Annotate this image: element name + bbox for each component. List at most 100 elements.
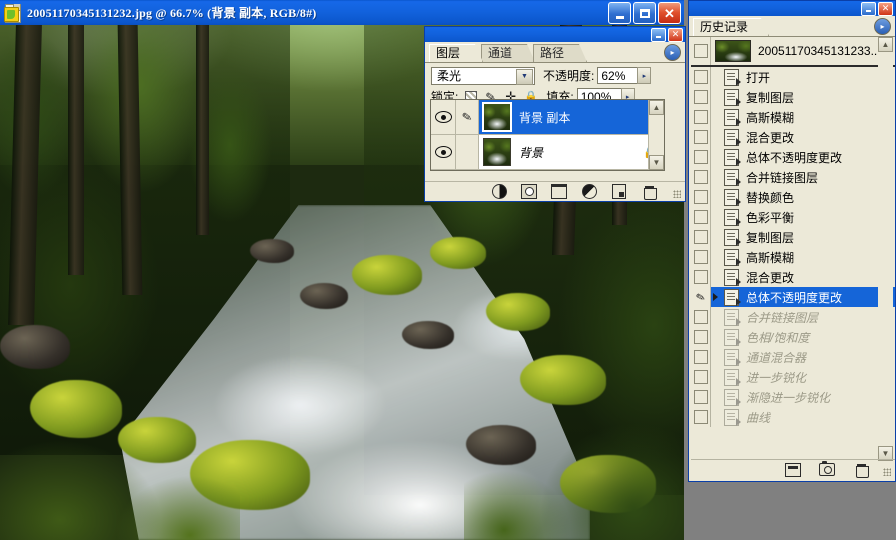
history-state-icon [724,348,741,366]
history-state-row[interactable]: 色相/饱和度 [691,327,895,347]
layer-mask-button[interactable] [521,184,537,199]
history-brush-source-toggle[interactable] [691,87,711,107]
history-brush-source-toggle[interactable] [691,247,711,267]
scroll-up-icon[interactable]: ▲ [649,100,664,115]
close-icon: ✕ [671,29,680,39]
layer-style-button[interactable] [491,184,507,199]
history-palette-titlebar[interactable]: ✕ [689,1,895,16]
new-snapshot-button[interactable] [819,461,835,477]
history-brush-source-toggle[interactable] [691,347,711,367]
history-brush-source-toggle[interactable] [691,207,711,227]
layer-thumbnail[interactable] [482,102,512,132]
tab-layers[interactable]: 图层 [429,44,483,62]
close-button[interactable]: ✕ [658,2,681,24]
history-state-label: 色彩平衡 [746,210,795,225]
history-state-row[interactable]: 混合更改 [691,267,895,287]
history-state-label: 复制图层 [746,230,795,245]
layer-row[interactable]: ✎ 背景 副本 [431,100,664,135]
snapshot-label: 20051170345131233... [758,44,881,58]
history-brush-source-toggle[interactable] [691,37,711,65]
new-layer-button[interactable] [611,184,627,199]
history-state-icon [724,368,741,386]
history-brush-source-toggle[interactable] [691,307,711,327]
history-close-button[interactable]: ✕ [878,1,893,16]
scroll-down-icon[interactable]: ▼ [649,155,664,170]
history-brush-source-toggle[interactable] [691,127,711,147]
history-state-row[interactable]: 渐隐进一步锐化 [691,387,895,407]
layer-link-toggle[interactable] [456,135,479,169]
close-icon: ✕ [664,5,675,21]
history-brush-source-toggle[interactable] [691,67,711,87]
new-document-from-state-button[interactable] [785,462,801,477]
history-minimize-button[interactable] [861,1,876,16]
history-state-row[interactable]: 色彩平衡 [691,207,895,227]
adjustment-layer-button[interactable] [581,184,597,199]
scroll-up-icon[interactable]: ▲ [878,37,893,52]
delete-layer-button[interactable] [641,184,657,200]
history-brush-source-toggle[interactable] [691,407,711,427]
document-titlebar[interactable]: 20051170345131232.jpg @ 66.7% (背景 副本, RG… [0,0,684,25]
history-state-row[interactable]: 进一步锐化 [691,367,895,387]
history-brush-source-toggle[interactable]: ✎ [691,287,711,307]
opacity-slider-arrow-icon[interactable]: ▸ [637,67,652,84]
layers-palette-menu-icon[interactable]: ▸ [664,44,681,61]
history-palette-menu-icon[interactable]: ▸ [874,18,891,35]
history-state-row[interactable]: 打开 [691,67,895,87]
history-state-list[interactable]: 20051170345131233... 打开 复制图层 高斯模糊 混合更改 总体不透明… [691,37,895,461]
history-brush-source-toggle[interactable] [691,187,711,207]
history-state-icon [724,268,741,286]
history-state-icon [724,108,741,126]
history-state-row[interactable]: 复制图层 [691,87,895,107]
layer-visibility-toggle[interactable] [431,135,456,169]
maximize-button[interactable] [633,2,656,24]
layers-minimize-button[interactable] [651,27,666,42]
layer-list-scrollbar[interactable]: ▲ ▼ [648,100,664,170]
history-state-row[interactable]: 高斯模糊 [691,247,895,267]
history-state-row[interactable]: 曲线 [691,407,895,427]
history-brush-checkbox [693,210,708,224]
history-brush-source-toggle[interactable] [691,107,711,127]
new-group-button[interactable] [551,184,567,199]
delete-state-button[interactable] [853,462,869,478]
tab-paths[interactable]: 路径 [533,44,587,62]
history-state-row[interactable]: 混合更改 [691,127,895,147]
history-brush-checkbox [693,250,708,264]
layers-close-button[interactable]: ✕ [668,27,683,42]
history-state-row[interactable]: 替换颜色 [691,187,895,207]
history-brush-source-toggle[interactable] [691,227,711,247]
blend-mode-select[interactable]: 柔光 ▼ [431,66,535,85]
resize-grip[interactable] [673,190,681,198]
history-brush-source-toggle[interactable] [691,267,711,287]
tab-channels[interactable]: 通道 [481,44,535,62]
chevron-down-icon[interactable]: ▼ [516,68,533,85]
history-scrollbar[interactable]: ▲ ▼ [878,37,893,461]
history-brush-source-toggle[interactable] [691,147,711,167]
history-state-row[interactable]: ✎ 总体不透明度更改 [691,287,895,307]
history-state-row[interactable]: 合并链接图层 [691,167,895,187]
layer-row[interactable]: 背景 🔒 [431,135,664,170]
layer-visibility-toggle[interactable] [431,100,456,134]
history-brush-icon: ✎ [694,290,707,305]
resize-grip[interactable] [883,468,891,476]
history-brush-source-toggle[interactable] [691,367,711,387]
history-state-icon [724,148,741,166]
tab-paths-label: 路径 [540,46,565,60]
layer-link-toggle[interactable]: ✎ [456,100,479,134]
minimize-button[interactable] [608,2,631,24]
tab-history[interactable]: 历史记录 [693,18,769,36]
history-brush-source-toggle[interactable] [691,387,711,407]
history-state-row[interactable]: 通道混合器 [691,347,895,367]
opacity-input[interactable]: 62% [597,67,638,84]
history-state-row[interactable]: 复制图层 [691,227,895,247]
history-state-row[interactable]: 高斯模糊 [691,107,895,127]
history-brush-source-toggle[interactable] [691,167,711,187]
history-brush-source-toggle[interactable] [691,327,711,347]
history-tabs: 历史记录 ▸ [689,16,895,37]
layers-palette-titlebar[interactable]: ✕ [425,27,685,42]
layer-thumbnail[interactable] [483,138,511,166]
history-brush-checkbox [693,270,708,284]
layer-list[interactable]: ✎ 背景 副本 背景 🔒 ▲ ▼ [430,99,665,171]
history-state-row[interactable]: 合并链接图层 [691,307,895,327]
history-snapshot-row[interactable]: 20051170345131233... [691,37,895,67]
history-state-row[interactable]: 总体不透明度更改 [691,147,895,167]
